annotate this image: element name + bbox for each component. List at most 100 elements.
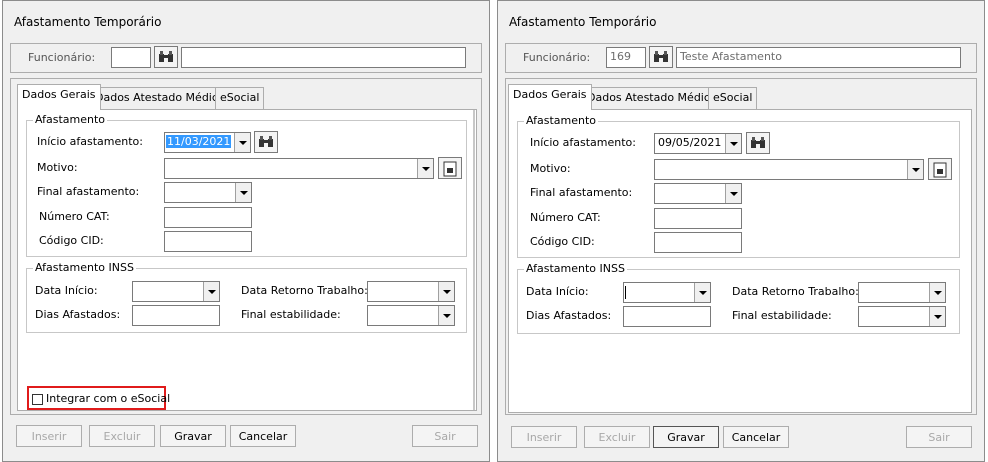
data-inicio-picker[interactable]	[132, 281, 220, 302]
cid-label: Código CID:	[39, 234, 104, 247]
document-icon	[933, 162, 947, 178]
inicio-label: Início afastamento:	[530, 136, 636, 149]
inicio-date-picker[interactable]: 09/05/2021	[654, 133, 742, 154]
retorno-picker[interactable]	[367, 281, 455, 302]
retorno-label: Data Retorno Trabalho:	[732, 285, 859, 298]
excluir-button[interactable]: Excluir	[89, 425, 155, 447]
final-date-picker[interactable]	[654, 183, 742, 204]
funcionario-name-field[interactable]: Teste Afastamento	[676, 47, 961, 68]
funcionario-panel: Funcionário:	[10, 43, 482, 73]
excluir-button[interactable]: Excluir	[584, 426, 650, 448]
inicio-label: Início afastamento:	[37, 135, 143, 148]
funcionario-label: Funcionário:	[523, 51, 591, 64]
binoculars-icon	[654, 51, 668, 62]
cat-label: Número CAT:	[39, 210, 110, 223]
chevron-down-icon[interactable]	[725, 184, 741, 203]
tab-dados-gerais[interactable]: Dados Gerais	[508, 84, 592, 110]
chevron-down-icon[interactable]	[694, 283, 710, 302]
data-inicio-picker[interactable]	[623, 282, 711, 303]
cancelar-button[interactable]: Cancelar	[723, 426, 789, 448]
tab-dados-atestado-medico[interactable]: Dados Atestado Médico	[582, 87, 722, 109]
motivo-detail-button[interactable]	[438, 157, 462, 179]
estab-label: Final estabilidade:	[732, 309, 832, 322]
final-label: Final afastamento:	[530, 186, 633, 199]
esocial-checkbox-label[interactable]: Integrar com o eSocial	[46, 392, 170, 405]
funcionario-search-button[interactable]	[649, 46, 673, 68]
text-caret	[625, 285, 626, 299]
cat-field[interactable]	[654, 208, 742, 229]
gravar-button[interactable]: Gravar	[160, 425, 226, 447]
tab-esocial[interactable]: eSocial	[215, 87, 265, 109]
group-afastamento-inss: Afastamento INSS Data Início: Data Retor…	[26, 261, 467, 333]
final-label: Final afastamento:	[37, 185, 140, 198]
funcionario-search-button[interactable]	[154, 46, 178, 68]
window-afastamento-1: Afastamento Temporário Funcionário: Dado…	[2, 0, 490, 462]
gravar-button[interactable]: Gravar	[653, 426, 719, 448]
binoculars-icon	[751, 137, 765, 148]
tab-dados-atestado-medico[interactable]: Dados Atestado Médico	[90, 87, 230, 109]
binoculars-icon	[259, 136, 273, 147]
group-inss-legend: Afastamento INSS	[33, 261, 136, 274]
tab-page-dados-gerais: Afastamento Início afastamento: 11/03/20…	[17, 109, 477, 411]
chevron-down-icon[interactable]	[234, 133, 250, 152]
data-inicio-label: Data Início:	[35, 284, 98, 297]
dias-field[interactable]	[623, 306, 711, 327]
sair-button[interactable]: Sair	[412, 425, 478, 447]
retorno-picker[interactable]	[858, 282, 946, 303]
retorno-label: Data Retorno Trabalho:	[241, 284, 368, 297]
motivo-label: Motivo:	[530, 162, 571, 175]
dias-label: Dias Afastados:	[35, 308, 121, 321]
estab-picker[interactable]	[367, 305, 455, 326]
inserir-button[interactable]: Inserir	[511, 426, 577, 448]
dias-label: Dias Afastados:	[526, 309, 612, 322]
inicio-date-picker[interactable]: 11/03/2021	[164, 132, 251, 153]
sair-button[interactable]: Sair	[906, 426, 972, 448]
chevron-down-icon[interactable]	[725, 134, 741, 153]
cat-label: Número CAT:	[530, 211, 601, 224]
group-afastamento-legend: Afastamento	[33, 113, 108, 126]
tab-dados-gerais[interactable]: Dados Gerais	[17, 84, 101, 110]
dias-field[interactable]	[132, 305, 220, 326]
inserir-button[interactable]: Inserir	[16, 425, 82, 447]
window-title: Afastamento Temporário	[14, 15, 162, 29]
motivo-detail-button[interactable]	[928, 158, 952, 180]
motivo-select[interactable]	[164, 158, 434, 179]
funcionario-label: Funcionário:	[28, 51, 96, 64]
chevron-down-icon[interactable]	[438, 306, 454, 325]
cancelar-button[interactable]: Cancelar	[230, 425, 296, 447]
inicio-search-button[interactable]	[254, 131, 278, 153]
funcionario-code-field[interactable]: 169	[606, 47, 646, 68]
motivo-select[interactable]	[654, 159, 924, 180]
cid-field[interactable]	[654, 232, 742, 253]
chevron-down-icon[interactable]	[929, 283, 945, 302]
window-title: Afastamento Temporário	[509, 15, 657, 29]
group-afastamento-legend: Afastamento	[524, 114, 599, 127]
cid-label: Código CID:	[530, 235, 595, 248]
cat-field[interactable]	[164, 207, 252, 228]
inicio-value: 09/05/2021	[658, 136, 722, 149]
chevron-down-icon[interactable]	[235, 183, 251, 202]
funcionario-name-field[interactable]	[181, 47, 466, 68]
title-bar: Afastamento Temporário	[3, 1, 489, 43]
chevron-down-icon[interactable]	[438, 282, 454, 301]
final-date-picker[interactable]	[164, 182, 252, 203]
chevron-down-icon[interactable]	[907, 160, 923, 179]
chevron-down-icon[interactable]	[929, 307, 945, 326]
window-afastamento-2: Afastamento Temporário Funcionário: 169 …	[497, 0, 985, 462]
tab-esocial[interactable]: eSocial	[708, 87, 758, 109]
esocial-checkbox[interactable]	[32, 394, 43, 405]
chevron-down-icon[interactable]	[417, 159, 433, 178]
funcionario-code-field[interactable]	[111, 47, 151, 68]
funcionario-panel: Funcionário: 169 Teste Afastamento	[505, 43, 977, 73]
scrollbar[interactable]	[473, 110, 475, 410]
chevron-down-icon[interactable]	[203, 282, 219, 301]
data-inicio-label: Data Início:	[526, 285, 589, 298]
estab-label: Final estabilidade:	[241, 308, 341, 321]
tab-page-dados-gerais: Afastamento Início afastamento: 09/05/20…	[508, 109, 972, 413]
group-afastamento: Afastamento Início afastamento: 09/05/20…	[517, 114, 960, 258]
title-bar: Afastamento Temporário	[498, 1, 984, 43]
inicio-value: 11/03/2021	[166, 135, 232, 148]
cid-field[interactable]	[164, 231, 252, 252]
estab-picker[interactable]	[858, 306, 946, 327]
inicio-search-button[interactable]	[746, 132, 770, 154]
